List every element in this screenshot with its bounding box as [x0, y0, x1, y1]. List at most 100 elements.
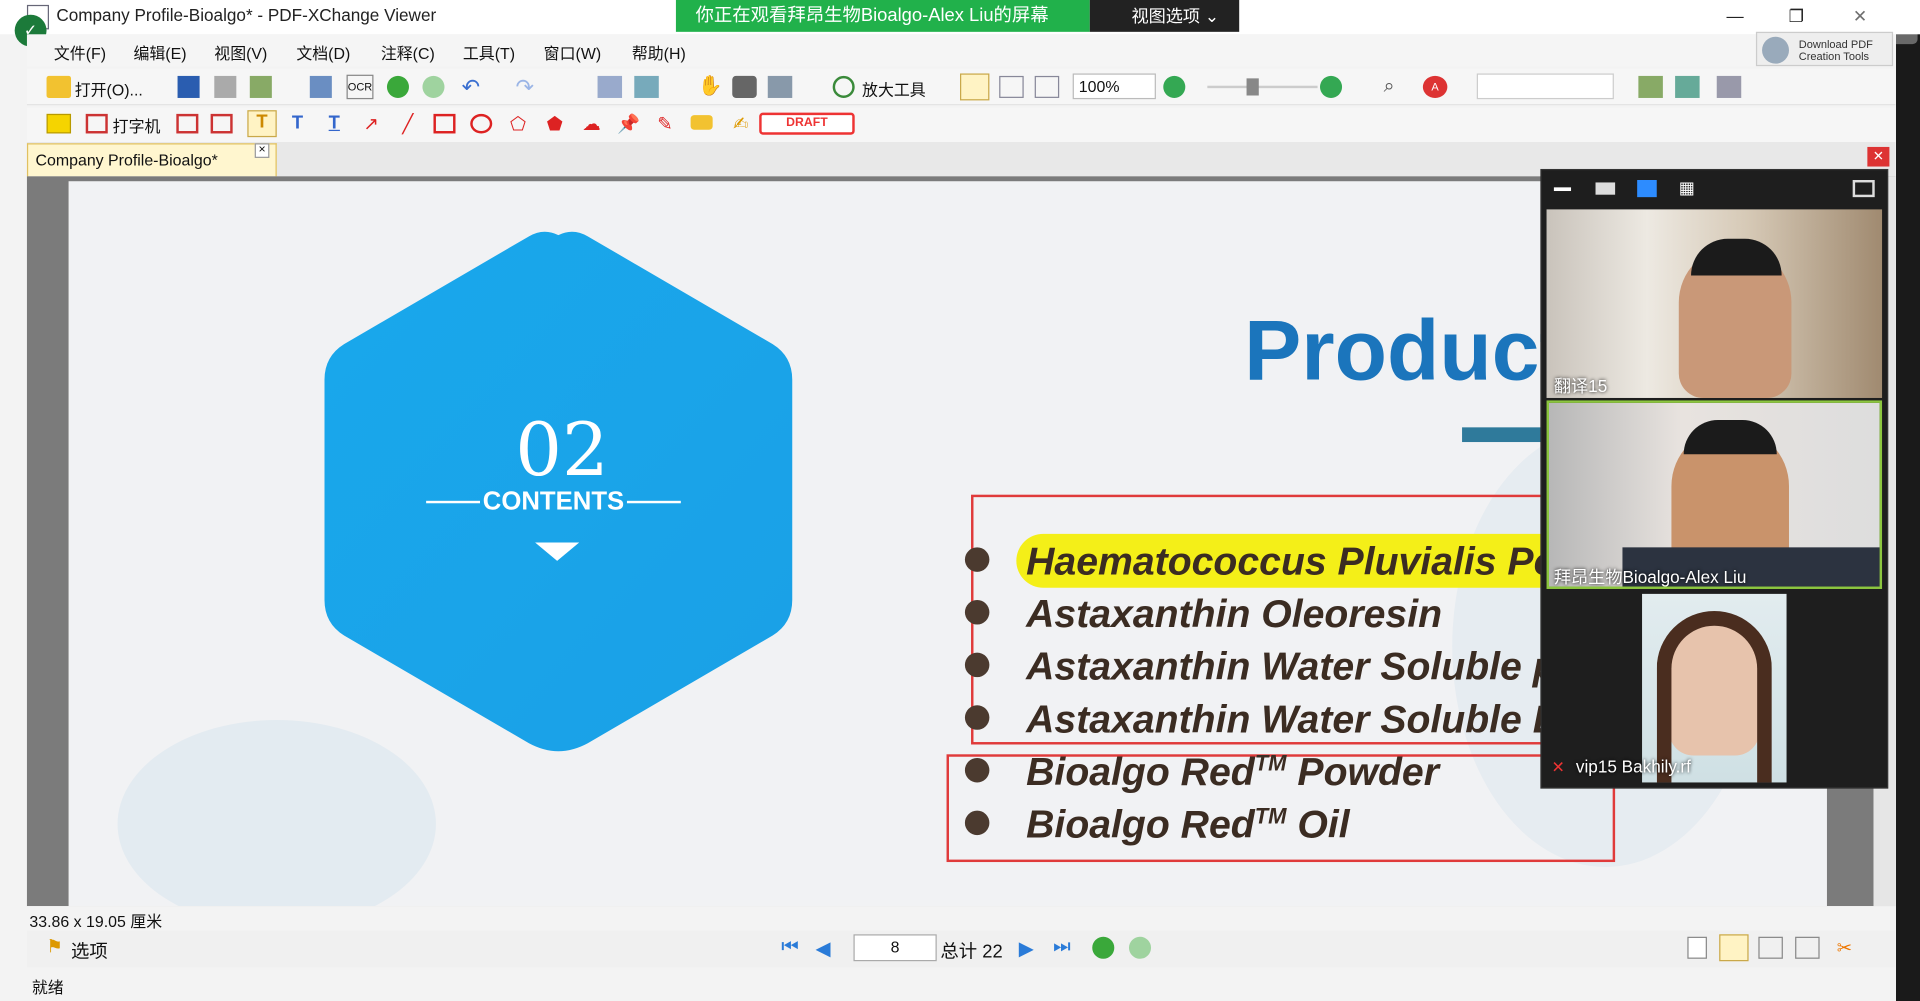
- fit-width-icon[interactable]: [1034, 75, 1060, 98]
- draft-stamp-button[interactable]: DRAFT: [759, 112, 855, 135]
- open-button-label[interactable]: 打开(O)...: [75, 77, 143, 100]
- first-page-icon[interactable]: ⏮: [781, 937, 803, 959]
- zoom-select[interactable]: 100%: [1072, 73, 1156, 100]
- continuous-page-icon[interactable]: [1719, 934, 1749, 962]
- bullet: [964, 757, 990, 783]
- back-view-icon[interactable]: [1092, 936, 1115, 959]
- strikeout-icon[interactable]: T: [287, 113, 309, 135]
- page-number-input[interactable]: 8: [853, 934, 937, 962]
- minimize-panel-icon[interactable]: [1553, 187, 1572, 192]
- rotate-pages-icon[interactable]: [634, 75, 659, 98]
- tool-settings-icon[interactable]: [1716, 75, 1742, 98]
- speaker-view-icon[interactable]: [1595, 182, 1616, 195]
- globe-icon: [1762, 36, 1789, 64]
- print-icon[interactable]: [214, 75, 237, 98]
- section-label: CONTENTS: [482, 487, 625, 516]
- strip-view-icon[interactable]: [1637, 180, 1657, 198]
- fit-page-icon[interactable]: [999, 75, 1024, 98]
- sticky-note-icon[interactable]: [46, 113, 72, 134]
- down-triangle-icon: [535, 542, 580, 561]
- hand-tool-icon[interactable]: ✋: [698, 76, 722, 98]
- callout-icon[interactable]: [210, 113, 233, 134]
- menu-tools[interactable]: 工具(T): [463, 40, 515, 63]
- open-folder-icon[interactable]: [46, 75, 72, 98]
- cloud-icon[interactable]: ☁: [580, 113, 602, 135]
- menu-document[interactable]: 文档(D): [296, 40, 350, 63]
- snapshot-icon[interactable]: [732, 75, 757, 98]
- menu-edit[interactable]: 编辑(E): [133, 40, 186, 63]
- bullet: [964, 810, 990, 836]
- minimize-button[interactable]: —: [1717, 2, 1754, 29]
- download-pdf-tools-button[interactable]: Download PDF Creation Tools: [1755, 31, 1894, 67]
- textbox-icon[interactable]: [176, 113, 199, 134]
- continuous-facing-icon[interactable]: [1795, 936, 1820, 959]
- video-tile[interactable]: 翻译15: [1546, 209, 1883, 398]
- menu-bar: 文件(F) 编辑(E) 视图(V) 文档(D) 注释(C) 工具(T) 窗口(W…: [26, 34, 1896, 67]
- export-icon[interactable]: [309, 75, 332, 98]
- find-icon[interactable]: ⌕: [1384, 76, 1408, 98]
- video-tile-active-speaker[interactable]: 拜昂生物Bioalgo-Alex Liu: [1546, 400, 1883, 589]
- save-icon[interactable]: [177, 75, 200, 98]
- adobe-icon[interactable]: A: [1422, 75, 1448, 98]
- typewriter-icon[interactable]: [85, 113, 108, 134]
- line-icon[interactable]: ╱: [397, 113, 419, 135]
- arrow-icon[interactable]: ↗: [360, 113, 382, 135]
- bullet: [964, 547, 990, 572]
- mic-muted-icon: ✕: [1551, 757, 1565, 777]
- rotate-icon[interactable]: [597, 75, 623, 98]
- menu-window[interactable]: 窗口(W): [544, 40, 601, 63]
- popout-icon[interactable]: [1852, 180, 1875, 198]
- forward-icon[interactable]: [422, 75, 445, 98]
- gallery-view-icon[interactable]: ▦: [1679, 178, 1699, 198]
- restore-button[interactable]: ❐: [1778, 2, 1815, 29]
- previous-page-icon[interactable]: ◀: [816, 937, 838, 960]
- zoom-slider-thumb[interactable]: [1246, 78, 1259, 96]
- zoom-tool-icon[interactable]: [832, 75, 855, 98]
- zoom-out-icon[interactable]: [1163, 75, 1186, 98]
- close-document-button[interactable]: ✕: [1867, 146, 1890, 167]
- pin-icon[interactable]: 📌: [617, 113, 640, 135]
- next-page-icon[interactable]: ▶: [1019, 937, 1041, 960]
- close-tab-icon[interactable]: ×: [254, 143, 270, 158]
- menu-file[interactable]: 文件(F): [54, 40, 106, 63]
- search-next-icon[interactable]: [1675, 75, 1700, 98]
- options-label[interactable]: 选项: [71, 938, 108, 964]
- highlight-text-icon[interactable]: T: [247, 110, 277, 138]
- tools-icon[interactable]: ✂: [1837, 937, 1861, 959]
- search-input[interactable]: [1476, 73, 1614, 100]
- redo-icon[interactable]: ↷: [516, 76, 540, 98]
- search-options-icon[interactable]: [1638, 75, 1663, 98]
- zoom-tool-label[interactable]: 放大工具: [862, 77, 926, 100]
- zoom-in-icon[interactable]: [1320, 75, 1343, 98]
- bullet: [964, 652, 990, 678]
- ocr-icon[interactable]: OCR: [346, 74, 374, 100]
- view-options-button[interactable]: 视图选项 ⌄: [1089, 0, 1240, 32]
- select-text-icon[interactable]: [767, 75, 793, 98]
- menu-comment[interactable]: 注释(C): [381, 40, 435, 63]
- last-page-icon[interactable]: ⏭: [1053, 937, 1075, 959]
- menu-help[interactable]: 帮助(H): [632, 40, 686, 63]
- actual-size-icon[interactable]: [960, 73, 990, 101]
- single-page-icon[interactable]: [1687, 936, 1707, 959]
- undo-icon[interactable]: ↶: [462, 76, 486, 98]
- scan-icon[interactable]: [249, 75, 272, 98]
- stamp-icon[interactable]: ✍: [730, 113, 752, 135]
- polygon-icon[interactable]: ⬟: [544, 113, 566, 135]
- polyline-icon[interactable]: ⬠: [507, 113, 529, 135]
- eraser-icon[interactable]: [690, 115, 713, 130]
- forward-view-icon[interactable]: [1128, 936, 1152, 959]
- main-toolbar: 打开(O)... OCR ↶ ↷ ✋ 放大工具 ⌕ A: [26, 68, 1896, 106]
- document-tab[interactable]: Company Profile-Bioalgo*: [26, 143, 277, 177]
- pencil-icon[interactable]: ✎: [654, 113, 676, 135]
- facing-pages-icon[interactable]: [1758, 936, 1783, 959]
- zoom-slider[interactable]: [1207, 85, 1318, 89]
- video-tile[interactable]: [1642, 593, 1787, 783]
- rectangle-icon[interactable]: [433, 113, 456, 134]
- flag-icon[interactable]: ⚑: [47, 936, 67, 958]
- menu-view[interactable]: 视图(V): [214, 40, 267, 63]
- ellipse-icon[interactable]: [470, 113, 493, 134]
- underline-icon[interactable]: T: [323, 113, 345, 135]
- typewriter-label[interactable]: 打字机: [113, 114, 161, 137]
- back-icon[interactable]: [386, 75, 409, 98]
- section-number: 02: [515, 407, 609, 494]
